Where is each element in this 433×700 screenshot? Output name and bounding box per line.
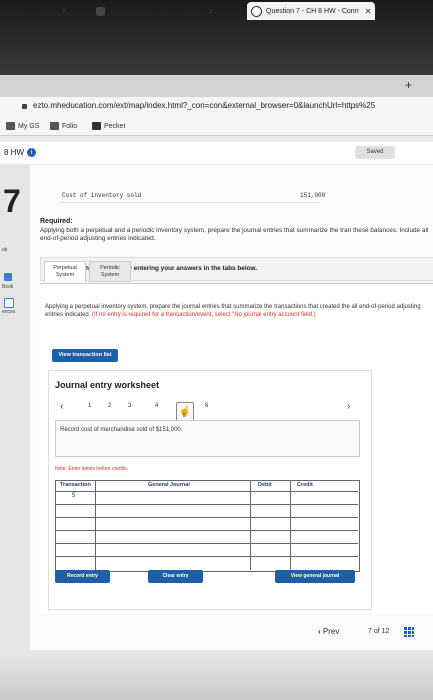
table-row[interactable] [55,543,358,544]
bookmark-icon [50,122,59,130]
page-indicator[interactable]: 7 of 12 [368,628,389,635]
bookmark-label: Pecker [104,122,126,130]
required-text: Applying both a perpetual and a periodic… [40,227,429,242]
chevron-right-icon[interactable]: › [347,401,350,412]
close-icon[interactable]: ✕ [365,7,372,16]
close-icon[interactable]: ✕ [61,7,68,16]
saved-status: Saved [355,146,395,159]
col-credit: Credit [297,482,313,488]
bookmark-pecker[interactable]: Pecker [92,122,126,130]
tab-label: System [100,272,120,278]
record-description-box [55,420,360,457]
chevron-left-icon[interactable]: ‹ [60,401,63,412]
bookmark-label: Folio [62,122,78,130]
rail-label: ences [2,309,16,315]
required-title: Required: [40,218,73,225]
instruction-note: (If no entry is required for a transacti… [92,311,316,318]
question-number: 7 [3,183,21,219]
monitor-bottom [0,650,433,700]
grid-icon[interactable] [404,627,414,637]
assignment-title: 8 HW i [4,148,36,157]
tab-question-7[interactable]: Question 7 - CH 8 HW - Conn ✕ [247,2,376,20]
lock-icon [22,104,27,109]
page-2[interactable]: 2 [108,403,111,409]
col-debit: Debit [258,482,272,488]
bookmark-icon [92,122,101,130]
tab-instructions: Applying a perpetual inventory system, p… [45,304,433,319]
table-row[interactable] [55,517,358,518]
journal-table [55,480,360,572]
tab-label: Question 7 - CH 8 HW - Conn [266,7,359,15]
url-field[interactable]: ezto.mheducation.com/ext/map/index.html?… [33,101,375,110]
new-tab-button[interactable]: + [405,78,412,92]
table-row[interactable] [55,556,358,557]
prev-button[interactable]: ‹ Prev [318,627,339,636]
col-general-journal: General Journal [148,482,190,488]
view-transaction-list-button[interactable]: View transaction list [52,349,118,362]
view-general-journal-button[interactable]: View general journal [275,570,355,583]
tab-southern[interactable]: Southern - Univer ✕ [0,2,68,20]
bookmark-label: My GS [18,122,40,130]
tab-label: McGraw-Hill Connect - Spring [109,7,202,15]
mcgraw-hill-icon [96,6,105,16]
close-icon[interactable]: ✕ [208,7,215,16]
record-entry-button[interactable]: Record entry [55,570,110,583]
transaction-number: 5 [72,493,76,499]
info-icon[interactable]: i [27,148,36,157]
page-6[interactable]: 6 [205,403,208,409]
rail-label: Book [2,284,14,290]
cogs-value: 151,000 [300,192,326,199]
bookmark-my-gs[interactable]: My GS [6,122,39,130]
prev-label: Prev [322,627,340,636]
table-row[interactable] [55,504,358,505]
debit-credit-note: Note: Enter debits before credits. [55,466,129,472]
tab-label: Perpetual [53,265,77,271]
references-icon[interactable] [4,298,14,308]
page-icon [251,5,262,17]
tab-perpetual-system[interactable]: Perpetual System [44,261,86,282]
page-3[interactable]: 3 [128,403,131,409]
clear-entry-button[interactable]: Clear entry [148,570,203,583]
tab-label: Southern - Univer [0,7,55,15]
col-transaction: Transaction [60,482,91,488]
hand-cursor-icon[interactable]: ☝ [176,402,194,422]
table-row[interactable] [55,530,358,531]
table-row[interactable] [55,491,358,492]
record-description: Record cost of merchandise sold of $151,… [60,427,183,433]
page-5[interactable]: 5 [183,413,186,419]
cogs-label: Cost of inventory sold [62,192,142,199]
tab-periodic-system[interactable]: Periodic System [89,261,131,282]
rail-label: ok [2,247,8,253]
assignment-label: 8 HW [4,148,24,157]
left-rail [0,165,30,700]
page-1[interactable]: 1 [88,403,91,409]
tab-mcgraw-hill[interactable]: McGraw-Hill Connect - Spring ✕ [96,2,214,20]
tab-label: Periodic [100,265,120,271]
tab-label: System [55,272,75,278]
worksheet-title: Journal entry worksheet [55,380,160,390]
screenshot: Southern - Univer ✕ McGraw-Hill Connect … [0,0,433,700]
chevron-left-icon: ‹ [318,627,321,636]
page-4[interactable]: 4 [155,403,158,409]
browser-tab-bar [0,75,433,97]
bookmark-icon [6,122,15,130]
ebook-icon[interactable] [4,273,12,281]
divider [60,202,320,203]
bookmark-folio[interactable]: Folio [50,122,77,130]
